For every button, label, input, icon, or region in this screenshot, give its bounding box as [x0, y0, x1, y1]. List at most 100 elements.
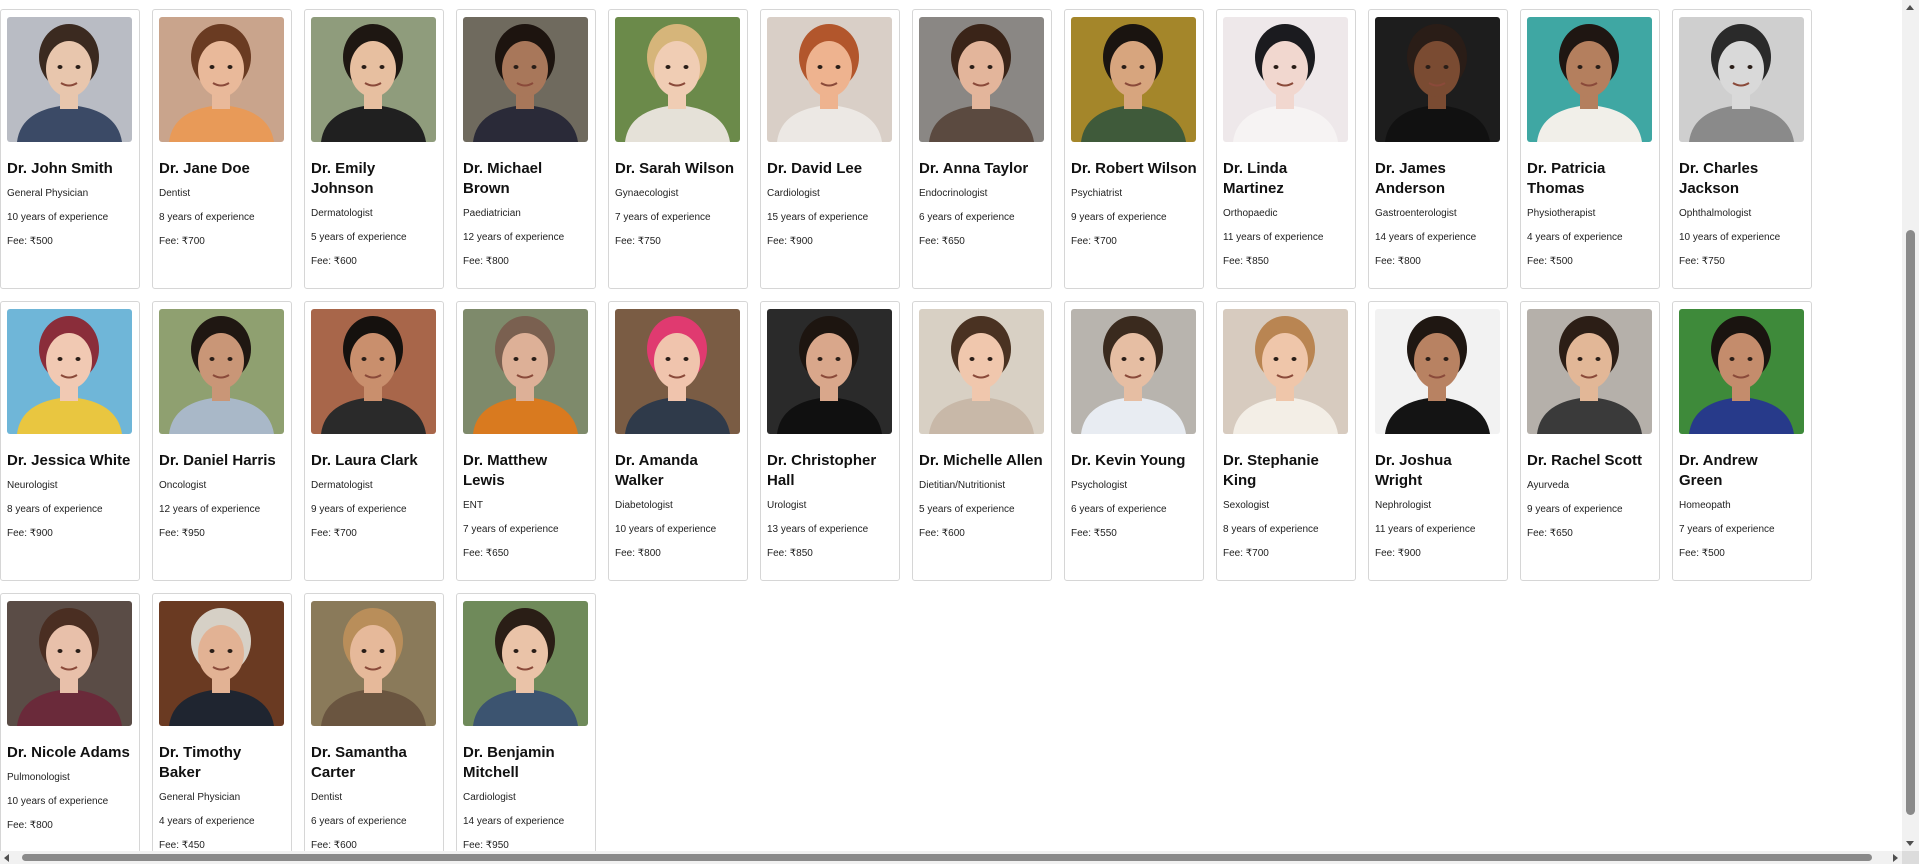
doctor-name[interactable]: Dr. John Smith — [7, 159, 133, 179]
doctor-card[interactable]: Dr. Stephanie King Sexologist 8 years of e… — [1216, 301, 1356, 581]
doctor-experience: 7 years of experience — [615, 212, 711, 223]
doctor-specialty: Psychiatrist — [1071, 188, 1123, 199]
doctor-card[interactable]: Dr. Amanda Walker Diabetologist 10 years o… — [608, 301, 748, 581]
doctor-card[interactable]: Dr. Samantha Carter Dentist 6 years of exp… — [304, 593, 444, 851]
portrait-eye-left — [209, 649, 215, 653]
doctor-specialty: ENT — [463, 500, 483, 511]
doctor-name[interactable]: Dr. Rachel Scott — [1527, 451, 1653, 471]
portrait-face — [198, 625, 244, 681]
doctor-name[interactable]: Dr. Daniel Harris — [159, 451, 285, 471]
doctor-card[interactable]: Dr. Patricia Thomas Physiotherapist 4 year… — [1520, 9, 1660, 289]
doctor-card[interactable]: Dr. Michelle Allen Dietitian/Nutritionist… — [912, 301, 1052, 581]
doctor-card[interactable]: Dr. Daniel Harris Oncologist 12 years of e… — [152, 301, 292, 581]
portrait-face — [958, 333, 1004, 389]
portrait-face — [654, 333, 700, 389]
vertical-scroll-thumb[interactable] — [1906, 230, 1915, 815]
doctor-name[interactable]: Dr. James Anderson — [1375, 159, 1501, 199]
doctor-fee: Fee: ₹800 — [7, 820, 53, 831]
doctor-portrait-icon — [1527, 17, 1652, 142]
doctor-specialty: Dermatologist — [311, 480, 373, 491]
doctor-card[interactable]: Dr. John Smith General Physician 10 years … — [0, 9, 140, 289]
doctor-list-viewport: Dr. John Smith General Physician 10 years … — [0, 0, 1902, 851]
doctor-name[interactable]: Dr. Amanda Walker — [615, 451, 741, 491]
scroll-up-arrow-icon[interactable] — [1906, 5, 1914, 10]
doctor-card[interactable]: Dr. Kevin Young Psychologist 6 years of ex… — [1064, 301, 1204, 581]
doctor-photo — [159, 17, 284, 142]
doctor-specialty: Oncologist — [159, 480, 207, 491]
doctor-name[interactable]: Dr. Laura Clark — [311, 451, 437, 471]
doctor-portrait-icon — [1071, 17, 1196, 142]
doctor-name[interactable]: Dr. Samantha Carter — [311, 743, 437, 783]
doctor-name[interactable]: Dr. Patricia Thomas — [1527, 159, 1653, 199]
doctor-card[interactable]: Dr. Emily Johnson Dermatologist 5 years of… — [304, 9, 444, 289]
doctor-card[interactable]: Dr. James Anderson Gastroenterologist 14 y… — [1368, 9, 1508, 289]
doctor-experience: 14 years of experience — [1375, 232, 1477, 243]
doctor-card[interactable]: Dr. Laura Clark Dermatologist 9 years of e… — [304, 301, 444, 581]
portrait-eye-left — [1729, 65, 1735, 69]
portrait-eye-left — [1273, 65, 1279, 69]
vertical-scrollbar[interactable] — [1902, 0, 1919, 851]
doctor-name[interactable]: Dr. Christopher Hall — [767, 451, 893, 491]
doctor-name[interactable]: Dr. Linda Martinez — [1223, 159, 1349, 199]
scroll-right-arrow-icon[interactable] — [1893, 854, 1898, 862]
doctor-name[interactable]: Dr. Kevin Young — [1071, 451, 1197, 471]
portrait-eye-right — [379, 649, 385, 653]
doctor-card[interactable]: Dr. Benjamin Mitchell Cardiologist 14 year… — [456, 593, 596, 851]
doctor-card[interactable]: Dr. Andrew Green Homeopath 7 years of expe… — [1672, 301, 1812, 581]
portrait-eye-left — [513, 65, 519, 69]
scroll-down-arrow-icon[interactable] — [1906, 841, 1914, 846]
doctor-name[interactable]: Dr. Nicole Adams — [7, 743, 133, 763]
doctor-name[interactable]: Dr. Timothy Baker — [159, 743, 285, 783]
portrait-face — [502, 333, 548, 389]
horizontal-scroll-thumb[interactable] — [22, 854, 1872, 861]
doctor-card[interactable]: Dr. Anna Taylor Endocrinologist 6 years of… — [912, 9, 1052, 289]
doctor-card[interactable]: Dr. Robert Wilson Psychiatrist 9 years of … — [1064, 9, 1204, 289]
doctor-card[interactable]: Dr. Rachel Scott Ayurveda 9 years of exper… — [1520, 301, 1660, 581]
doctor-photo — [767, 17, 892, 142]
doctor-fee: Fee: ₹550 — [1071, 528, 1117, 539]
portrait-eye-left — [1425, 357, 1431, 361]
doctor-card[interactable]: Dr. Jane Doe Dentist 8 years of experience… — [152, 9, 292, 289]
portrait-eye-left — [1729, 357, 1735, 361]
portrait-eye-right — [1291, 357, 1297, 361]
doctor-portrait-icon — [159, 17, 284, 142]
doctor-photo — [159, 309, 284, 434]
scroll-left-arrow-icon[interactable] — [4, 854, 9, 862]
doctor-name[interactable]: Dr. Benjamin Mitchell — [463, 743, 589, 783]
doctor-card[interactable]: Dr. Nicole Adams Pulmonologist 10 years of… — [0, 593, 140, 851]
doctor-name[interactable]: Dr. Andrew Green — [1679, 451, 1805, 491]
doctor-card[interactable]: Dr. Christopher Hall Urologist 13 years of… — [760, 301, 900, 581]
doctor-name[interactable]: Dr. Michelle Allen — [919, 451, 1045, 471]
doctor-name[interactable]: Dr. Michael Brown — [463, 159, 589, 199]
doctor-portrait-icon — [159, 601, 284, 726]
horizontal-scrollbar[interactable] — [0, 851, 1902, 864]
portrait-face — [1566, 333, 1612, 389]
doctor-name[interactable]: Dr. David Lee — [767, 159, 893, 179]
doctor-name[interactable]: Dr. Stephanie King — [1223, 451, 1349, 491]
doctor-name[interactable]: Dr. Charles Jackson — [1679, 159, 1805, 199]
doctor-fee: Fee: ₹700 — [1071, 236, 1117, 247]
doctor-name[interactable]: Dr. Jessica White — [7, 451, 133, 471]
doctor-card[interactable]: Dr. Matthew Lewis ENT 7 years of experienc… — [456, 301, 596, 581]
doctor-name[interactable]: Dr. Robert Wilson — [1071, 159, 1197, 179]
portrait-eye-right — [531, 65, 537, 69]
doctor-fee: Fee: ₹500 — [7, 236, 53, 247]
doctor-card[interactable]: Dr. Joshua Wright Nephrologist 11 years of… — [1368, 301, 1508, 581]
doctor-card[interactable]: Dr. Jessica White Neurologist 8 years of e… — [0, 301, 140, 581]
portrait-face — [1718, 41, 1764, 97]
doctor-name[interactable]: Dr. Emily Johnson — [311, 159, 437, 199]
doctor-card[interactable]: Dr. Linda Martinez Orthopaedic 11 years of… — [1216, 9, 1356, 289]
doctor-specialty: Orthopaedic — [1223, 208, 1278, 219]
doctor-name[interactable]: Dr. Jane Doe — [159, 159, 285, 179]
doctor-name[interactable]: Dr. Joshua Wright — [1375, 451, 1501, 491]
doctor-portrait-icon — [767, 309, 892, 434]
doctor-card[interactable]: Dr. Michael Brown Paediatrician 12 years o… — [456, 9, 596, 289]
doctor-photo — [1223, 309, 1348, 434]
doctor-card[interactable]: Dr. David Lee Cardiologist 15 years of exp… — [760, 9, 900, 289]
doctor-name[interactable]: Dr. Anna Taylor — [919, 159, 1045, 179]
doctor-name[interactable]: Dr. Sarah Wilson — [615, 159, 741, 179]
doctor-name[interactable]: Dr. Matthew Lewis — [463, 451, 589, 491]
doctor-card[interactable]: Dr. Timothy Baker General Physician 4 year… — [152, 593, 292, 851]
doctor-card[interactable]: Dr. Charles Jackson Ophthalmologist 10 yea… — [1672, 9, 1812, 289]
doctor-card[interactable]: Dr. Sarah Wilson Gynaecologist 7 years of … — [608, 9, 748, 289]
